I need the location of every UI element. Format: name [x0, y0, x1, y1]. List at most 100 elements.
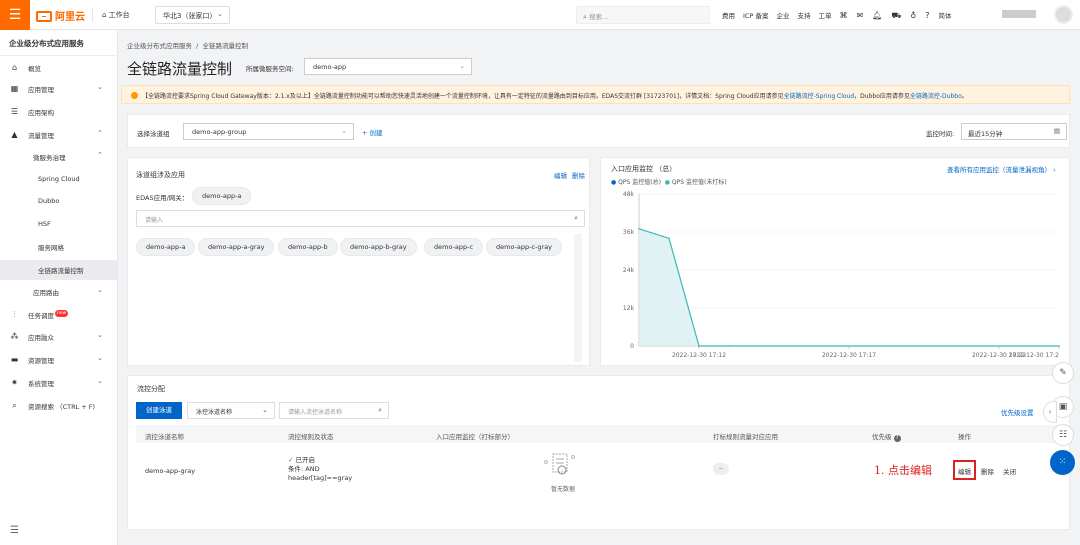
sidebar-item-service-mesh[interactable]: 服务网格 — [0, 238, 118, 256]
data-point — [668, 237, 670, 240]
app-search-input[interactable]: 请输入 ⌕ — [136, 210, 585, 227]
search-input[interactable]: ⌕ 搜索... — [576, 6, 710, 24]
edit-feedback-icon[interactable]: ✎ — [1052, 362, 1074, 384]
create-lane-button[interactable]: 创建泳道 — [136, 402, 182, 419]
link-ticket[interactable]: 工单 — [818, 12, 831, 20]
sidebar-item-app-management[interactable]: ▦ 应用管理 ⌄ — [0, 80, 118, 98]
bell-icon[interactable]: 🔔︎ — [872, 11, 882, 20]
y-tick-label: 48k — [623, 191, 635, 198]
help-icon[interactable]: ? — [893, 435, 901, 442]
doc-link-spring-cloud[interactable]: 全链路流控-Spring Cloud — [784, 93, 855, 100]
workbench-label: 工作台 — [108, 11, 130, 19]
tree-icon: ⁂ — [10, 332, 19, 341]
divider — [92, 8, 93, 22]
sidebar-item-app-routing[interactable]: 应用路由 ⌄ — [0, 283, 118, 301]
sidebar-item-full-link-traffic[interactable]: 全链路流量控制 — [0, 260, 118, 280]
check-icon: ✓ — [288, 456, 294, 464]
data-point — [638, 228, 640, 230]
lane-group-select[interactable]: demo-app-group ⌄ — [183, 123, 354, 140]
warning-icon — [131, 92, 138, 99]
link-support[interactable]: 支持 — [797, 12, 810, 20]
chat-icon[interactable]: ☷ — [1052, 424, 1074, 446]
chevron-down-icon: ⌄ — [97, 286, 103, 294]
app-tag: demo-app-b — [278, 238, 338, 256]
collapse-sidebar-icon[interactable]: ☰ — [10, 525, 19, 536]
language-select[interactable]: 简体 — [939, 12, 952, 20]
sidebar-item-system-management[interactable]: ✷ 系统管理 ⌄ — [0, 374, 118, 392]
empty-data-icon — [540, 448, 580, 482]
column-header: 操作 — [958, 433, 971, 441]
lane-name-search-input[interactable]: 请输入流控泳道名称 ⌕ — [279, 402, 389, 419]
no-data-text: 暂无数据 — [551, 486, 576, 493]
chevron-up-icon: ⌃ — [97, 129, 103, 137]
app-tag: demo-app-a-gray — [198, 238, 275, 256]
link-enterprise[interactable]: 企业 — [776, 12, 789, 20]
sidebar-item-microservice-governance[interactable]: 微服务治理 ⌃ — [0, 148, 118, 166]
sidebar-item-hsf[interactable]: HSF — [0, 216, 118, 234]
namespace-value: demo-app — [313, 63, 347, 71]
search-icon[interactable]: ⌕ — [574, 214, 578, 223]
workbench-link[interactable]: ⌂ 工作台 — [102, 10, 130, 20]
sidebar-item-label: 任务调度 new — [28, 310, 69, 320]
lane-name-link[interactable]: demo-app-gray — [145, 467, 195, 475]
doc-link-dubbo[interactable]: 全链路流控-Dubbo — [910, 93, 962, 100]
account-name[interactable] — [1002, 10, 1036, 18]
rule-expression: header[tag]==gray — [288, 474, 353, 482]
lane-group-label: 选择泳道组 — [137, 130, 170, 138]
menu-icon[interactable]: ☰ — [0, 0, 30, 30]
help-icon[interactable]: ? — [925, 11, 929, 20]
bulb-icon[interactable]: ♁ — [910, 11, 916, 20]
grid-icon: ▦ — [10, 84, 19, 93]
sidebar-item-app-architecture[interactable]: ☰ 应用架构 — [0, 103, 118, 121]
sidebar-item-dubbo[interactable]: Dubbo — [0, 193, 118, 211]
search-placeholder: 搜索... — [589, 13, 609, 21]
lane-filter-select[interactable]: 泳控泳道名称 ⌄ — [187, 402, 275, 419]
sidebar-item-label: Dubbo — [38, 197, 60, 205]
aliyun-logo[interactable]: 阿里云 — [36, 8, 85, 23]
divider — [0, 55, 118, 56]
sidebar-item-task-scheduling[interactable]: ⫶ 任务调度 new — [0, 306, 118, 324]
sidebar-item-overview[interactable]: ⌂ 概览 — [0, 59, 118, 77]
command-icon[interactable]: ⌘ — [839, 11, 847, 20]
link-icp[interactable]: ICP 备案 — [743, 12, 768, 20]
sidebar-item-resource-search[interactable]: ⌕ 资源搜索 （CTRL + F) — [0, 397, 118, 415]
chevron-down-icon: ⌄ — [97, 331, 103, 339]
edit-link[interactable]: 编辑 — [554, 170, 567, 180]
delete-button[interactable]: 删除 — [981, 466, 994, 476]
mail-icon[interactable]: ✉ — [856, 11, 863, 20]
sidebar-item-label: 全链路流量控制 — [38, 267, 84, 275]
app-tag: demo-app-c — [424, 238, 484, 256]
monitor-time-select[interactable]: 最近15分钟 ▤ — [961, 123, 1067, 140]
sidebar-item-traffic-management[interactable]: ▲ 流量管理 ⌃ — [0, 126, 118, 144]
apps-grid-icon[interactable]: ⁙ — [1050, 450, 1075, 475]
sidebar-item-spring-cloud[interactable]: Spring Cloud — [0, 171, 118, 189]
create-lane-group-button[interactable]: + 创建 — [362, 127, 383, 137]
delete-link[interactable]: 删除 — [572, 170, 585, 180]
x-tick-label: 2022-12-30 17:17 — [822, 352, 876, 359]
link-billing[interactable]: 费用 — [722, 12, 735, 20]
namespace-select[interactable]: demo-app ⌄ — [304, 58, 472, 75]
lane-apps-panel: 泳道组涉及应用 编辑 删除 EDAS应用/网关： demo-app-a 请输入 ⌕… — [127, 157, 590, 366]
close-button[interactable]: 关闭 — [1003, 466, 1016, 476]
notice-text: 。 — [961, 93, 968, 100]
cart-icon[interactable]: ⛟ — [891, 11, 901, 20]
search-icon[interactable]: ⌕ — [378, 406, 382, 415]
breadcrumb-item[interactable]: 企业级分布式应用服务 — [127, 42, 192, 50]
triangle-icon: ▲ — [11, 130, 18, 139]
gateway-tag: demo-app-a — [192, 187, 252, 205]
avatar[interactable] — [1054, 5, 1073, 24]
sidebar-item-label-text: 任务调度 — [28, 312, 54, 320]
monitor-time-label: 监控时间: — [926, 130, 955, 138]
region-select[interactable]: 华北3（张家口） ⌄ — [155, 6, 230, 24]
priority-settings-link[interactable]: 优先级设置 — [1001, 407, 1034, 417]
sidebar-item-resource-management[interactable]: ▬ 资源管理 ⌄ — [0, 351, 118, 369]
sidebar-item-app-fusion[interactable]: ⁂ 应用融众 ⌄ — [0, 328, 118, 346]
scrollbar[interactable] — [574, 234, 582, 362]
page-title: 全链路流量控制 — [127, 60, 233, 78]
breadcrumb-item: 全链路流量控制 — [202, 42, 248, 50]
column-header-priority: 优先级 ? — [872, 431, 901, 442]
series-area — [639, 228, 1059, 346]
apps-tag: -- — [713, 463, 729, 475]
lane-apps-title: 泳道组涉及应用 — [136, 171, 185, 179]
entry-app-monitor-panel: 入口应用监控 （总） 查看所有应用监控（流量泄漏视角） › ● QPS 监控值(… — [600, 157, 1070, 366]
